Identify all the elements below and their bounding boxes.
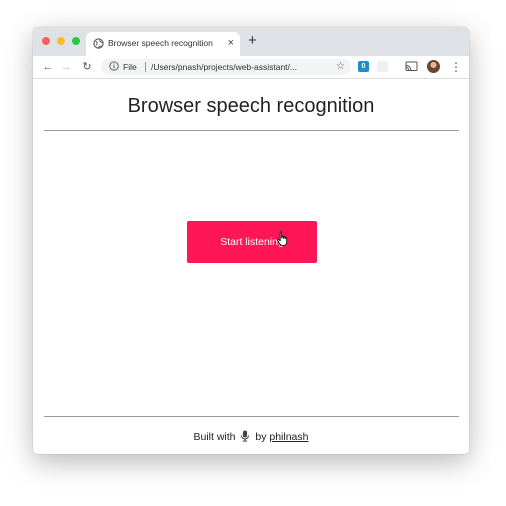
maximize-window-button[interactable] (72, 37, 80, 45)
info-icon[interactable] (109, 61, 119, 71)
reload-icon[interactable]: ↻ (80, 59, 94, 75)
url-text[interactable]: /Users/pnash/projects/web-assistant/... (151, 60, 321, 74)
page-content: Browser speech recognition Start listeni… (33, 79, 469, 454)
back-arrow-icon[interactable]: ← (41, 59, 55, 75)
footer-divider (44, 416, 459, 417)
microphone-icon (241, 430, 250, 442)
hand-cursor-icon (277, 231, 288, 246)
tab-title: Browser speech recognition (108, 38, 213, 48)
title-bar: Browser speech recognition × + (33, 27, 469, 56)
footer-prefix: Built with (193, 431, 236, 443)
new-tab-button[interactable]: + (248, 33, 257, 49)
browser-toolbar: ← → ↻ File /Users/pnash/projects/web-ass… (33, 56, 469, 79)
globe-icon (93, 38, 104, 49)
footer: Built with by philnash (33, 429, 469, 445)
profile-avatar[interactable] (427, 60, 440, 73)
page-title: Browser speech recognition (127, 95, 375, 117)
menu-icon[interactable]: ⋮ (450, 59, 462, 75)
close-window-button[interactable] (42, 37, 50, 45)
minimize-window-button[interactable] (57, 37, 65, 45)
browser-window: Browser speech recognition × + ← → ↻ Fil… (33, 27, 469, 454)
omnibox-divider (145, 62, 146, 72)
start-listening-button[interactable]: Start listening (187, 221, 317, 263)
address-bar[interactable]: File /Users/pnash/projects/web-assistant… (101, 59, 351, 75)
footer-by: by (255, 431, 267, 443)
cast-icon[interactable] (405, 61, 418, 72)
extension-icon[interactable]: 0 (358, 61, 369, 72)
scheme-label: File (123, 62, 137, 72)
author-link[interactable]: philnash (269, 431, 308, 443)
tab-close-icon[interactable]: × (228, 36, 234, 50)
forward-arrow-icon[interactable]: → (59, 59, 73, 75)
browser-tab[interactable]: Browser speech recognition × (86, 32, 240, 56)
extension-icon-2[interactable] (377, 61, 388, 72)
bookmark-star-icon[interactable]: ☆ (336, 60, 345, 74)
header-divider (44, 130, 459, 131)
